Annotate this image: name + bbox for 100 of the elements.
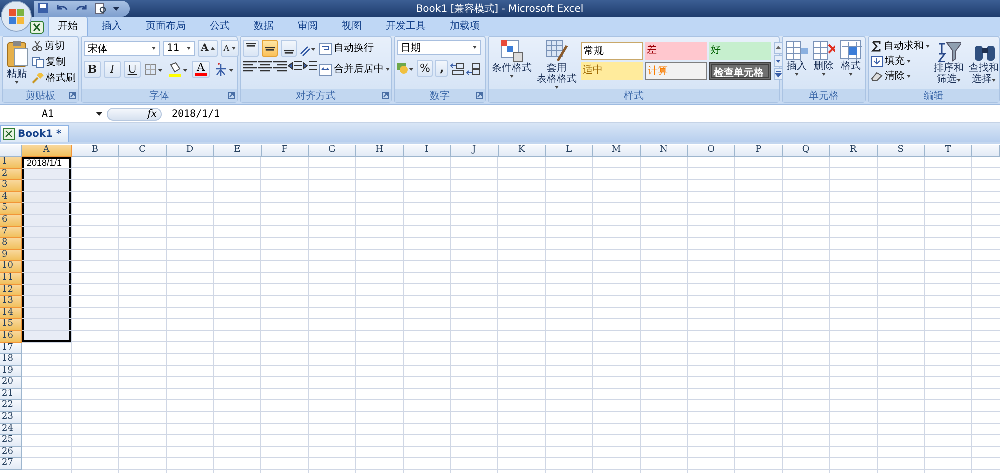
cells-button[interactable]: 格式: [839, 40, 863, 89]
table-cell[interactable]: 2018/1/1: [22, 157, 71, 169]
column-header[interactable]: O: [688, 145, 736, 157]
selected-cell[interactable]: [22, 319, 71, 331]
row-header[interactable]: 20: [0, 377, 22, 389]
row-header[interactable]: 27: [0, 458, 22, 470]
column-header[interactable]: S: [878, 145, 926, 157]
column-header[interactable]: P: [735, 145, 783, 157]
row-header[interactable]: 12: [0, 284, 22, 296]
formula-field[interactable]: 2018/1/1: [162, 108, 220, 120]
ribbon-tab[interactable]: 加载项: [440, 16, 490, 36]
column-header[interactable]: N: [640, 145, 688, 157]
row-header[interactable]: 7: [0, 226, 22, 238]
workbook-tab[interactable]: Book1 *: [0, 125, 69, 142]
text-align-icon[interactable]: [273, 61, 287, 72]
column-header[interactable]: K: [498, 145, 546, 157]
row-header[interactable]: 23: [0, 412, 22, 424]
vertical-align-button[interactable]: [281, 40, 297, 57]
currency-icon[interactable]: [397, 61, 415, 76]
ribbon-tab[interactable]: 审阅: [288, 16, 328, 36]
column-header[interactable]: T: [925, 145, 972, 157]
dialog-launcher-icon[interactable]: [69, 92, 76, 99]
row-header[interactable]: 4: [0, 192, 22, 204]
selected-cell[interactable]: [22, 284, 71, 296]
excel-icon[interactable]: [30, 21, 44, 34]
decrease-decimal-icon[interactable]: [466, 61, 480, 76]
increase-indent-icon[interactable]: [303, 61, 317, 72]
ribbon-tab[interactable]: 公式: [200, 16, 240, 36]
vertical-align-button[interactable]: [243, 40, 259, 57]
ribbon-tab[interactable]: 开始: [48, 16, 88, 36]
dialog-launcher-icon[interactable]: [476, 92, 483, 99]
row-header[interactable]: 25: [0, 435, 22, 447]
customize-caret-icon[interactable]: [113, 6, 120, 12]
save-icon[interactable]: [38, 3, 49, 14]
row-header[interactable]: 11: [0, 272, 22, 285]
name-box-caret-icon[interactable]: [96, 112, 103, 116]
editing-button[interactable]: 排序和 筛选: [933, 40, 965, 89]
selected-cell[interactable]: [22, 226, 71, 238]
name-box[interactable]: A1: [0, 108, 96, 120]
column-header[interactable]: F: [262, 145, 309, 157]
font-name-field[interactable]: 宋体: [84, 41, 160, 56]
column-header[interactable]: R: [830, 145, 878, 157]
shrink-font-button[interactable]: A: [220, 40, 239, 57]
cell-style[interactable]: 好: [709, 42, 771, 60]
underline-button[interactable]: U: [124, 61, 141, 78]
selected-cell[interactable]: [22, 272, 71, 285]
vertical-align-button[interactable]: [262, 40, 278, 57]
row-header[interactable]: 8: [0, 238, 22, 250]
row-header[interactable]: 1: [0, 157, 22, 169]
italic-button[interactable]: I: [104, 61, 121, 78]
column-header[interactable]: E: [214, 145, 262, 157]
selected-cell[interactable]: [22, 261, 71, 273]
ribbon-tab[interactable]: 插入: [92, 16, 132, 36]
selected-cell[interactable]: [22, 214, 71, 227]
row-header[interactable]: 9: [0, 250, 22, 262]
row-header[interactable]: 15: [0, 319, 22, 331]
bold-button[interactable]: B: [84, 61, 101, 78]
cell-style[interactable]: 检查单元格: [709, 62, 771, 80]
clipboard-button[interactable]: 复制: [32, 56, 76, 69]
column-header[interactable]: A: [22, 145, 72, 157]
style-button[interactable]: 条件格式: [491, 40, 533, 89]
merge-center-button[interactable]: 合并后居中: [319, 63, 390, 76]
row-header[interactable]: 19: [0, 366, 22, 378]
column-header[interactable]: B: [72, 145, 120, 157]
insert-function-button[interactable]: fx: [107, 108, 162, 120]
paste-button[interactable]: 粘贴: [5, 40, 29, 89]
comma-button[interactable]: ,: [435, 60, 448, 77]
row-header[interactable]: 22: [0, 400, 22, 412]
column-header[interactable]: M: [593, 145, 641, 157]
row-header[interactable]: 10: [0, 261, 22, 273]
column-header[interactable]: C: [119, 145, 167, 157]
selected-cell[interactable]: [22, 168, 71, 180]
selected-cell[interactable]: [22, 203, 71, 215]
text-align-icon[interactable]: [243, 61, 257, 72]
row-header[interactable]: 17: [0, 342, 22, 354]
cell-style[interactable]: 常规: [581, 42, 643, 60]
selected-cell[interactable]: [22, 308, 71, 320]
row-header[interactable]: 18: [0, 354, 22, 366]
selected-cell[interactable]: [22, 192, 71, 204]
ribbon-tab[interactable]: 视图: [332, 16, 372, 36]
selected-cell[interactable]: [22, 238, 71, 250]
row-header[interactable]: 5: [0, 203, 22, 215]
wrap-text-button[interactable]: 自动换行: [319, 42, 390, 55]
scroll-down-icon[interactable]: [774, 55, 783, 67]
cell-style[interactable]: 差: [645, 42, 707, 60]
print-preview-icon[interactable]: [95, 3, 107, 14]
row-header[interactable]: 16: [0, 330, 22, 342]
column-header[interactable]: I: [404, 145, 452, 157]
fill-color-icon[interactable]: [167, 61, 189, 78]
increase-decimal-icon[interactable]: [450, 61, 464, 76]
dialog-launcher-icon[interactable]: [382, 92, 389, 99]
selected-cell[interactable]: [22, 330, 71, 342]
ribbon-tab[interactable]: 数据: [244, 16, 284, 36]
borders-icon[interactable]: [144, 61, 164, 78]
row-header[interactable]: 21: [0, 388, 22, 400]
column-header[interactable]: J: [451, 145, 499, 157]
cells-button[interactable]: 删除: [812, 40, 836, 89]
selected-cell[interactable]: [22, 296, 71, 308]
column-header[interactable]: D: [166, 145, 214, 157]
phonetic-icon[interactable]: [213, 61, 235, 78]
